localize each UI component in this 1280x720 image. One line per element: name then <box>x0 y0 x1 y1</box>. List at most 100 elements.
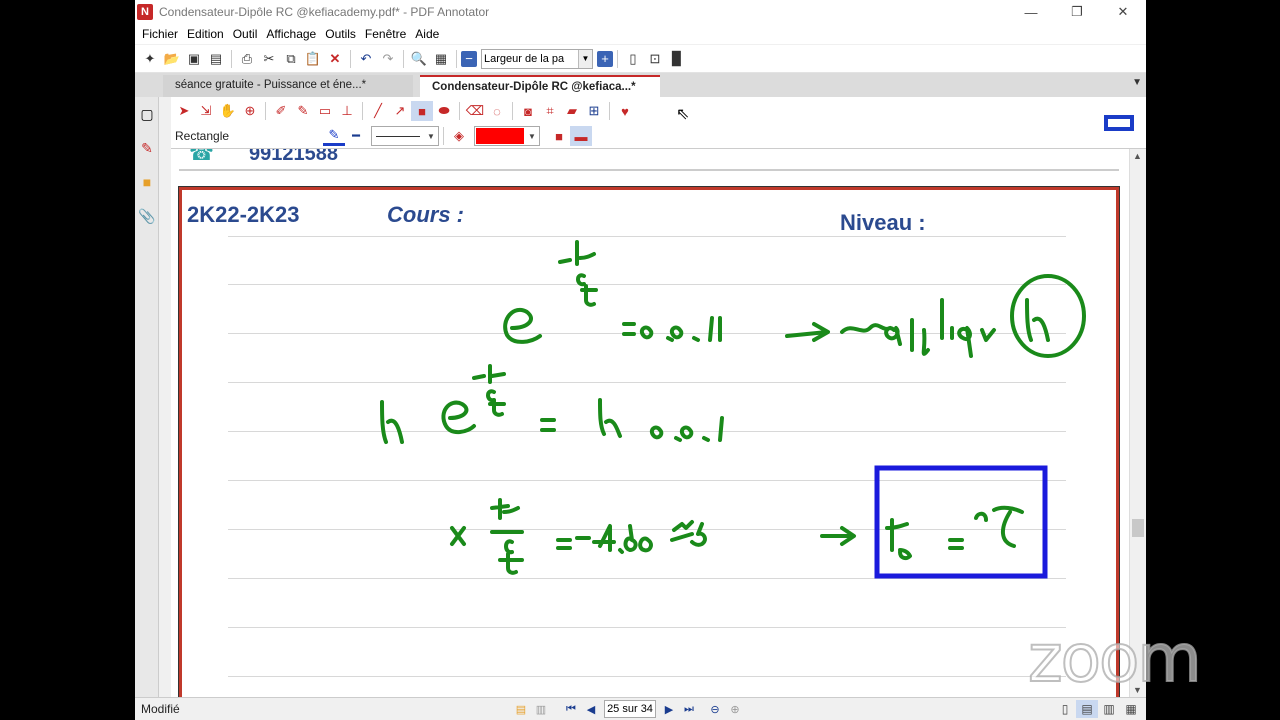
tab-seance-gratuite[interactable]: séance gratuite - Puissance et éne...* <box>163 75 413 97</box>
maximize-button[interactable]: ❐ <box>1054 0 1100 24</box>
copy-icon[interactable]: ⧉ <box>280 48 302 70</box>
facing-pages-mode-icon[interactable]: ▥ <box>1098 700 1120 718</box>
pen-icon[interactable]: ✐ <box>270 101 292 121</box>
fill-color-select[interactable]: ▼ <box>474 126 540 146</box>
tab-list-dropdown-icon[interactable]: ▼ <box>1132 77 1142 88</box>
undo-icon[interactable]: ↶ <box>355 48 377 70</box>
page-thumbnails-icon[interactable]: ▥ <box>531 700 551 718</box>
zoom-mode-label: Largeur de la pa <box>484 52 565 65</box>
ink-stroke <box>540 418 556 432</box>
single-page-view-icon[interactable]: ▯ <box>622 48 644 70</box>
ink-stroke <box>885 518 912 561</box>
highlighter-icon[interactable]: ✎ <box>292 101 314 121</box>
eraser-icon[interactable]: ⌫ <box>464 101 486 121</box>
tab-condensateur[interactable]: Condensateur-Dipôle RC @kefiaca...* <box>420 75 660 97</box>
document-view[interactable]: 99121588 ☎ 2K22-2K23 Cours : Niveau : <box>171 149 1146 697</box>
bookmarks-icon[interactable]: ■ <box>135 165 159 199</box>
redo-icon[interactable]: ↷ <box>377 48 399 70</box>
fit-page-view-icon[interactable]: ⊡ <box>644 48 666 70</box>
text-box-icon[interactable]: ▭ <box>314 101 336 121</box>
line-color-icon[interactable]: ✎ <box>323 126 345 146</box>
insert-image-icon[interactable]: ⊞ <box>583 101 605 121</box>
arrow-line-icon[interactable]: ↗ <box>389 101 411 121</box>
fill-solid-icon[interactable]: ■ <box>548 126 570 146</box>
ink-stroke <box>472 364 506 417</box>
fullscreen-icon[interactable]: ▉ <box>666 48 688 70</box>
line-width-icon[interactable]: ━ <box>345 126 367 146</box>
paste-icon[interactable]: 📋 <box>302 48 324 70</box>
zoom-mode-select[interactable]: Largeur de la pa ▼ <box>481 48 593 69</box>
new-document-icon[interactable]: ✦ <box>139 48 161 70</box>
back-icon[interactable]: ⊖ <box>705 700 725 718</box>
ruler-icon[interactable]: ▰ <box>561 101 583 121</box>
toolbar-separator <box>443 127 444 145</box>
scroll-up-icon[interactable]: ▲ <box>1133 151 1142 161</box>
cut-icon[interactable]: ✂ <box>258 48 280 70</box>
page-number-input[interactable]: 25 sur 34 <box>604 700 656 718</box>
stamp-icon[interactable]: ⊥ <box>336 101 358 121</box>
favorites-heart-icon[interactable]: ♥ <box>614 101 636 121</box>
text-select-icon[interactable]: ⇲ <box>195 101 217 121</box>
blue-rectangle-annotation <box>874 465 1048 579</box>
delete-icon[interactable]: ✕ <box>324 48 346 70</box>
line-icon[interactable]: ╱ <box>367 101 389 121</box>
pdf-page[interactable]: 2K22-2K23 Cours : Niveau : <box>179 187 1119 697</box>
ellipse-tool-icon[interactable]: ⬬ <box>433 101 455 121</box>
crop-icon[interactable]: ⌗ <box>539 101 561 121</box>
menu-bar: Fichier Edition Outil Affichage Outils F… <box>135 24 1146 44</box>
camera-icon[interactable]: ◙ <box>517 101 539 121</box>
left-sidebar: ▢ ✎ ■ 📎 <box>135 97 159 697</box>
current-tool-label: Rectangle <box>175 129 230 143</box>
continuous-mode-icon[interactable]: ▤ <box>1076 700 1098 718</box>
minimize-button[interactable]: — <box>1008 0 1054 24</box>
ink-stroke <box>556 536 591 550</box>
single-page-mode-icon[interactable]: ▯ <box>1054 700 1076 718</box>
pdf-annotator-icon: N <box>137 4 153 20</box>
ink-stroke <box>1025 298 1050 342</box>
handwritten-annotations <box>380 240 1086 579</box>
magnifier-icon[interactable]: ⊕ <box>239 101 261 121</box>
last-page-icon[interactable]: ⏭ <box>679 700 699 718</box>
save-icon[interactable]: ▣ <box>183 48 205 70</box>
save-as-icon[interactable]: ▤ <box>205 48 227 70</box>
line-style-select[interactable]: ▼ <box>371 126 439 146</box>
find-icon[interactable]: 🔍 <box>408 48 430 70</box>
zoom-in-icon[interactable]: + <box>597 50 613 67</box>
forward-icon[interactable]: ⊕ <box>725 700 745 718</box>
annotations-icon[interactable]: ✎ <box>135 131 159 165</box>
hand-tool-icon[interactable]: ✋ <box>217 101 239 121</box>
chevron-down-icon: ▼ <box>578 49 592 68</box>
fill-color-icon[interactable]: ◈ <box>448 126 470 146</box>
annotation-properties-row: Rectangle ✎ ━ ▼ ◈ ▼ ■ ▬ <box>173 125 673 147</box>
page-organizer-icon[interactable]: ▤ <box>511 700 531 718</box>
lasso-icon[interactable]: ◌ <box>486 101 508 121</box>
menu-fichier[interactable]: Fichier <box>142 27 178 41</box>
attachments-icon[interactable]: 📎 <box>135 199 159 233</box>
previous-page-edge: 99121588 ☎ <box>179 149 1119 171</box>
menu-affichage[interactable]: Affichage <box>266 27 316 41</box>
annotation-tools-row: ➤ ⇲ ✋ ⊕ ✐ ✎ ▭ ⊥ ╱ ↗ ■ ⬬ ⌫ ◌ ◙ ⌗ ▰ ⊞ ♥ <box>173 100 636 122</box>
menu-fenetre[interactable]: Fenêtre <box>365 27 406 41</box>
ink-stroke <box>820 526 856 546</box>
next-page-icon[interactable]: ▶ <box>659 700 679 718</box>
scrollbar-thumb[interactable] <box>1132 519 1144 537</box>
menu-outils[interactable]: Outils <box>325 27 356 41</box>
print-icon[interactable]: ⎙ <box>236 48 258 70</box>
zoom-out-icon[interactable]: − <box>461 50 477 67</box>
menu-outil[interactable]: Outil <box>233 27 258 41</box>
pdf-annotator-window: N Condensateur-Dipôle RC @kefiacademy.pd… <box>135 0 1146 720</box>
toolbar-separator <box>350 49 351 68</box>
menu-edition[interactable]: Edition <box>187 27 224 41</box>
select-arrow-icon[interactable]: ➤ <box>173 101 195 121</box>
first-page-icon[interactable]: ⏮ <box>561 700 581 718</box>
fill-outline-icon[interactable]: ▬ <box>570 126 592 146</box>
open-folder-icon[interactable]: 📂 <box>161 48 183 70</box>
previous-page-icon[interactable]: ◀ <box>581 700 601 718</box>
page-tools-icon[interactable]: ▦ <box>430 48 452 70</box>
close-button[interactable]: ✕ <box>1100 0 1146 24</box>
continuous-facing-mode-icon[interactable]: ▦ <box>1120 700 1142 718</box>
page-thumbnail-icon[interactable]: ▢ <box>135 97 159 131</box>
rectangle-tool-icon[interactable]: ■ <box>411 101 433 121</box>
menu-aide[interactable]: Aide <box>415 27 439 41</box>
vertical-scrollbar[interactable]: ▲ ▼ <box>1129 149 1146 697</box>
